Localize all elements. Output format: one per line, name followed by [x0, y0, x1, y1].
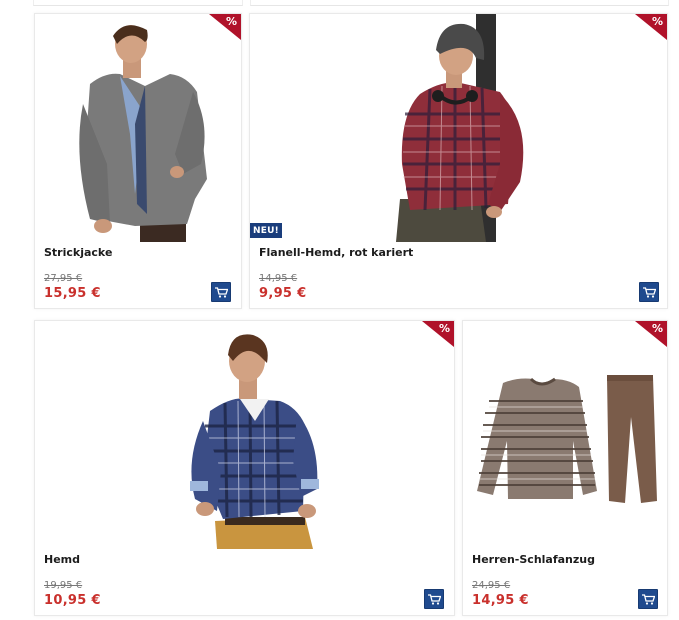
product-card-herren-schlafanzug[interactable]: % Herren-Schlafanzug 24,95 € 14,95 €: [462, 320, 668, 616]
previous-card-edge: [250, 0, 669, 6]
product-card-strickjacke[interactable]: % Strickjacke 27,95 € 15,95 €: [34, 13, 242, 309]
pajama-photo: [477, 375, 657, 503]
product-name[interactable]: Flanell-Hemd, rot kariert: [259, 246, 413, 259]
new-badge: NEU!: [250, 223, 282, 238]
cardigan-photo: [79, 25, 207, 242]
product-name[interactable]: Herren-Schlafanzug: [472, 553, 595, 566]
add-to-cart-button[interactable]: [639, 282, 659, 302]
shopping-cart-icon: [642, 594, 655, 605]
product-name[interactable]: Hemd: [44, 553, 80, 566]
old-price: 19,95 €: [44, 580, 83, 591]
flannel-shirt-photo: [396, 14, 524, 242]
product-image[interactable]: [35, 14, 241, 242]
shopping-cart-icon: [643, 287, 656, 298]
product-card-hemd[interactable]: % Hemd 19,95 € 10,95 €: [34, 320, 455, 616]
previous-card-edge: [33, 0, 243, 6]
sale-price: 15,95 €: [44, 286, 101, 301]
product-image[interactable]: [463, 321, 667, 549]
add-to-cart-button[interactable]: [424, 589, 444, 609]
shirt-photo: [190, 334, 319, 549]
previous-row-edge: [0, 0, 679, 8]
product-image[interactable]: [250, 14, 667, 242]
old-price: 24,95 €: [472, 580, 511, 591]
add-to-cart-button[interactable]: [211, 282, 231, 302]
percent-icon: %: [651, 322, 663, 335]
sale-price: 14,95 €: [472, 593, 529, 608]
sale-percent-corner: %: [635, 321, 667, 347]
product-image[interactable]: [35, 321, 454, 549]
sale-price: 9,95 €: [259, 286, 307, 301]
sale-percent-corner: %: [635, 14, 667, 40]
sale-price: 10,95 €: [44, 593, 101, 608]
sale-percent-corner: %: [209, 14, 241, 40]
percent-icon: %: [651, 15, 663, 28]
product-card-flanell-hemd[interactable]: % NEU! Flanell-Hemd, rot kariert 14,95 €…: [249, 13, 668, 309]
percent-icon: %: [438, 322, 450, 335]
add-to-cart-button[interactable]: [638, 589, 658, 609]
product-name[interactable]: Strickjacke: [44, 246, 112, 259]
old-price: 27,95 €: [44, 273, 83, 284]
percent-icon: %: [225, 15, 237, 28]
sale-percent-corner: %: [422, 321, 454, 347]
shopping-cart-icon: [215, 287, 228, 298]
shopping-cart-icon: [428, 594, 441, 605]
old-price: 14,95 €: [259, 273, 298, 284]
